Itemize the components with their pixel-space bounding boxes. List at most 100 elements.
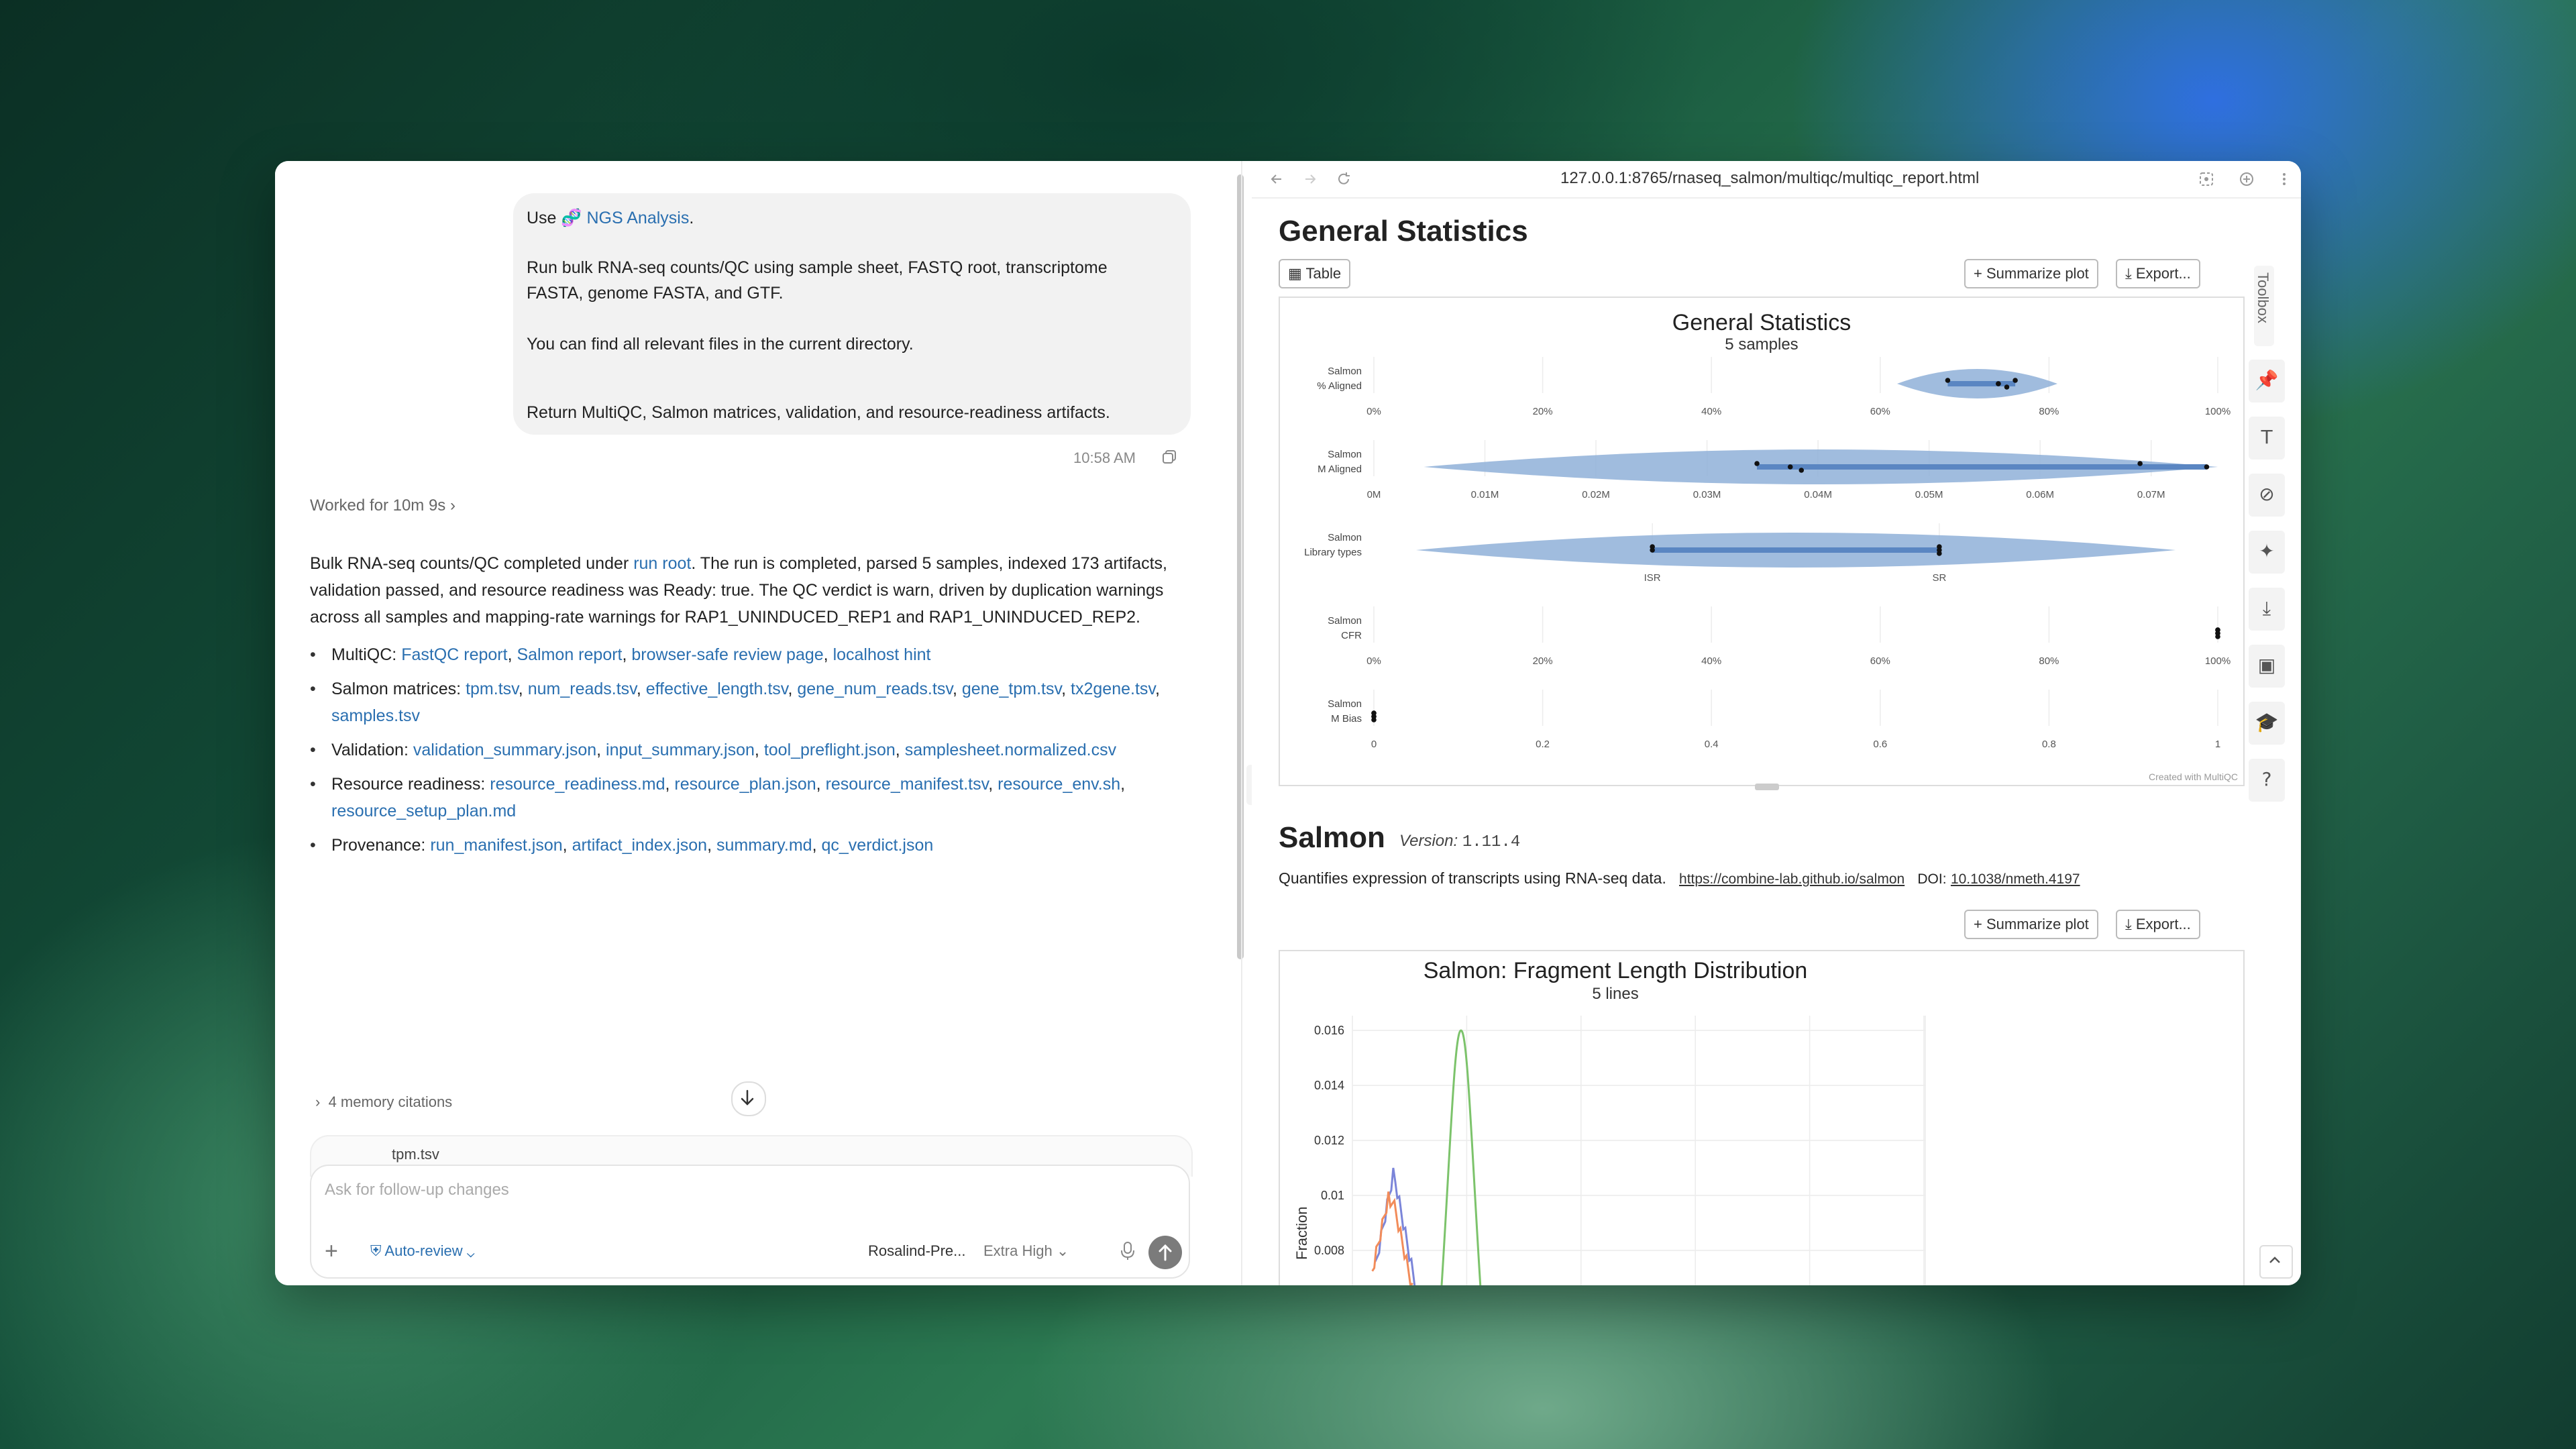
artifact-link[interactable]: tpm.tsv: [466, 680, 519, 698]
user-message-line2: Run bulk RNA-seq counts/QC using sample …: [527, 258, 1108, 303]
sample-point[interactable]: [1937, 547, 1942, 553]
pane-divider[interactable]: [1241, 161, 1242, 1285]
skill-chip[interactable]: 🧬 NGS Analysis: [561, 209, 689, 227]
run-root-link[interactable]: run root: [633, 554, 691, 573]
microphone-icon[interactable]: [1119, 1241, 1136, 1261]
table-button[interactable]: ▦ Table: [1279, 259, 1351, 288]
violin-plot-svg: Salmon% Aligned0% 20% 40% 60% 80% 100% SalmonM…: [1304, 357, 2231, 750]
address-bar[interactable]: 127.0.0.1:8765/rnaseq_salmon/multiqc/mul…: [1560, 169, 1979, 188]
sample-point[interactable]: [2004, 384, 2010, 390]
artifact-link[interactable]: qc_verdict.json: [822, 836, 934, 855]
salmon-description: Quantifies expression of transcripts usi…: [1279, 869, 2080, 887]
artifact-link[interactable]: num_reads.tsv: [528, 680, 637, 698]
effort-selector[interactable]: Extra High ⌄: [983, 1242, 1069, 1260]
violin-row: Salmon M Bias 0 0.2 0.4 0.6 0.8 1: [1328, 690, 2220, 750]
message-time: 10:58 AM: [1073, 449, 1136, 466]
tick-label: 0.01M: [1471, 489, 1499, 500]
chevron-right-icon: ›: [315, 1093, 329, 1110]
hide-tool-button[interactable]: ⊘: [2249, 474, 2285, 517]
sample-point[interactable]: [2215, 631, 2220, 636]
sample-point[interactable]: [1787, 464, 1793, 470]
table-icon: ▦: [1288, 265, 1302, 282]
scroll-down-button[interactable]: [731, 1081, 766, 1116]
artifact-link[interactable]: browser-safe review page: [631, 645, 823, 664]
tick-label: 1: [2215, 739, 2220, 750]
artifact-link[interactable]: gene_num_reads.tsv: [797, 680, 953, 698]
sample-point[interactable]: [2012, 378, 2018, 383]
toolbox-tab[interactable]: Toolbox: [2254, 266, 2274, 346]
row-label: CFR: [1341, 630, 1362, 641]
sample-point[interactable]: [1799, 468, 1805, 473]
summarize-plot-button[interactable]: + Summarize plot: [1964, 259, 2098, 288]
sample-point[interactable]: [1754, 461, 1760, 466]
tick-label: 20%: [1533, 655, 1553, 667]
artifact-link[interactable]: summary.md: [716, 836, 812, 855]
tick-label: 0.03M: [1693, 489, 1721, 500]
series-line[interactable]: [1440, 1029, 1482, 1285]
text-tool-button[interactable]: T: [2249, 417, 2285, 460]
artifact-link[interactable]: resource_env.sh: [998, 775, 1120, 794]
download-tool-button[interactable]: ⤓: [2249, 588, 2285, 631]
summarize-plot-button-2[interactable]: + Summarize plot: [1964, 910, 2098, 939]
artifact-link[interactable]: samplesheet.normalized.csv: [905, 741, 1116, 759]
arrow-down-icon: [741, 1089, 754, 1106]
worked-for-toggle[interactable]: Worked for 10m 9s ›: [310, 496, 455, 515]
forward-icon[interactable]: [1301, 170, 1319, 188]
artifact-link[interactable]: resource_plan.json: [674, 775, 816, 794]
sample-point[interactable]: [2137, 461, 2143, 466]
scroll-to-top-button[interactable]: [2259, 1245, 2293, 1279]
violin-row: Salmon % Aligned 0% 20% 40% 60% 80% 100%: [1317, 357, 2231, 417]
sample-point[interactable]: [1371, 714, 1377, 719]
sample-point[interactable]: [2204, 464, 2210, 470]
artifact-link[interactable]: validation_summary.json: [413, 741, 596, 759]
browser-toolbar: 127.0.0.1:8765/rnaseq_salmon/multiqc/mul…: [1252, 161, 2301, 199]
artifact-link[interactable]: resource_setup_plan.md: [331, 802, 516, 820]
help-tool-button[interactable]: ?: [2249, 759, 2285, 802]
tick-label: 0%: [1366, 655, 1381, 667]
export-button-2[interactable]: ⤓ Export...: [2116, 910, 2200, 939]
doi-link[interactable]: 10.1038/nmeth.4197: [1951, 871, 2080, 887]
plot-resize-handle[interactable]: [1755, 784, 1779, 790]
back-icon[interactable]: [1268, 170, 1285, 188]
add-tab-icon[interactable]: [2238, 170, 2255, 188]
chat-scrollbar[interactable]: [1237, 174, 1244, 959]
salmon-homepage-link[interactable]: https://combine-lab.github.io/salmon: [1679, 871, 1904, 887]
row-label: M Bias: [1331, 713, 1362, 724]
line-plot-svg: 0.016 0.014 0.012 0.01 0.008 Fraction: [1293, 1016, 1926, 1285]
pin-tool-button[interactable]: 📌: [2249, 360, 2285, 402]
artifact-link[interactable]: samples.tsv: [331, 706, 420, 725]
screenshot-icon[interactable]: [2198, 170, 2215, 188]
tick-label: 40%: [1701, 406, 1721, 417]
arrow-up-icon: [1159, 1244, 1172, 1261]
model-selector[interactable]: Rosalind-Pre...: [868, 1242, 966, 1260]
save-tool-button[interactable]: ▣: [2249, 645, 2285, 688]
artifact-link[interactable]: Salmon report: [517, 645, 622, 664]
artifact-link[interactable]: gene_tpm.tsv: [962, 680, 1061, 698]
artifact-link[interactable]: resource_readiness.md: [490, 775, 665, 794]
artifact-link[interactable]: input_summary.json: [606, 741, 755, 759]
sparkle-tool-button[interactable]: ✦: [2249, 531, 2285, 574]
list-item-label: Salmon matrices:: [331, 680, 462, 698]
sample-point[interactable]: [1996, 381, 2001, 386]
artifact-link[interactable]: FastQC report: [401, 645, 507, 664]
add-attachment-button[interactable]: +: [325, 1240, 338, 1263]
auto-review-dropdown[interactable]: ⛨ Auto-review ⌄: [370, 1242, 475, 1260]
artifact-link[interactable]: run_manifest.json: [430, 836, 562, 855]
artifact-link[interactable]: artifact_index.json: [572, 836, 708, 855]
artifact-link[interactable]: effective_length.tsv: [646, 680, 788, 698]
reload-icon[interactable]: [1335, 170, 1352, 188]
chevron-up-icon: [2269, 1256, 2280, 1263]
export-button[interactable]: ⤓ Export...: [2116, 259, 2200, 288]
artifact-link[interactable]: tx2gene.tsv: [1071, 680, 1155, 698]
sample-point[interactable]: [1945, 378, 1951, 383]
send-button[interactable]: [1148, 1236, 1182, 1269]
follow-up-input[interactable]: Ask for follow-up changes: [325, 1181, 509, 1199]
learn-tool-button[interactable]: 🎓: [2249, 702, 2285, 745]
sample-point[interactable]: [1650, 547, 1655, 553]
memory-citations-toggle[interactable]: › 4 memory citations: [315, 1093, 452, 1111]
artifact-link[interactable]: localhost hint: [833, 645, 931, 664]
copy-icon[interactable]: [1162, 449, 1177, 464]
artifact-link[interactable]: tool_preflight.json: [764, 741, 896, 759]
more-options-icon[interactable]: [2275, 170, 2293, 188]
artifact-link[interactable]: resource_manifest.tsv: [826, 775, 989, 794]
